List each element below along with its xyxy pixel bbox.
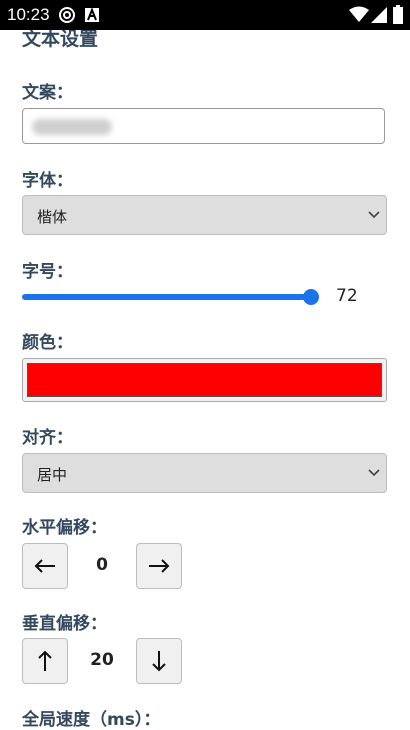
font-label: 字体： (22, 171, 73, 191)
text-input[interactable] (22, 108, 385, 144)
battery-icon (393, 5, 403, 24)
offset-up-button[interactable] (22, 638, 68, 684)
arrow-left-icon (34, 559, 55, 573)
font-select[interactable]: 楷体 (22, 195, 387, 235)
chevron-down-icon (368, 469, 380, 477)
text-label: 文案： (22, 83, 73, 103)
arrow-right-icon (149, 559, 170, 573)
chevron-down-icon (368, 211, 380, 219)
vertical-offset-label: 垂直偏移： (22, 614, 107, 634)
align-select[interactable]: 居中 (22, 453, 387, 493)
font-size-slider-thumb[interactable] (302, 289, 319, 305)
offset-down-button[interactable] (136, 638, 182, 684)
horizontal-offset-value: 0 (96, 555, 108, 575)
app-a-icon (85, 7, 99, 22)
arrow-up-icon (38, 650, 52, 671)
color-label: 颜色： (22, 333, 73, 353)
font-size-value: 72 (336, 286, 358, 306)
font-select-value: 楷体 (37, 208, 68, 226)
offset-left-button[interactable] (22, 543, 68, 589)
font-size-slider-track[interactable] (22, 294, 312, 300)
redacted-text (32, 119, 112, 135)
section-title: 文本设置 (22, 30, 99, 50)
global-speed-label: 全局速度（ms）： (22, 710, 161, 730)
at-sign-icon (59, 7, 75, 23)
vertical-offset-value: 20 (90, 650, 114, 670)
color-picker[interactable] (22, 358, 387, 402)
font-size-label: 字号： (22, 262, 73, 282)
wifi-icon (349, 6, 369, 22)
align-label: 对齐： (22, 428, 73, 448)
align-select-value: 居中 (37, 466, 68, 484)
offset-right-button[interactable] (136, 543, 182, 589)
horizontal-offset-label: 水平偏移： (22, 518, 107, 538)
status-bar: 10:23 (0, 0, 410, 30)
color-swatch (27, 363, 382, 397)
status-time: 10:23 (7, 5, 50, 24)
signal-icon (371, 7, 387, 23)
arrow-down-icon (152, 651, 166, 672)
text-settings-panel: 文本设置 文案： 字体： 楷体 字号： 72 颜色： 对齐： 居中 水平偏移： … (0, 30, 410, 730)
